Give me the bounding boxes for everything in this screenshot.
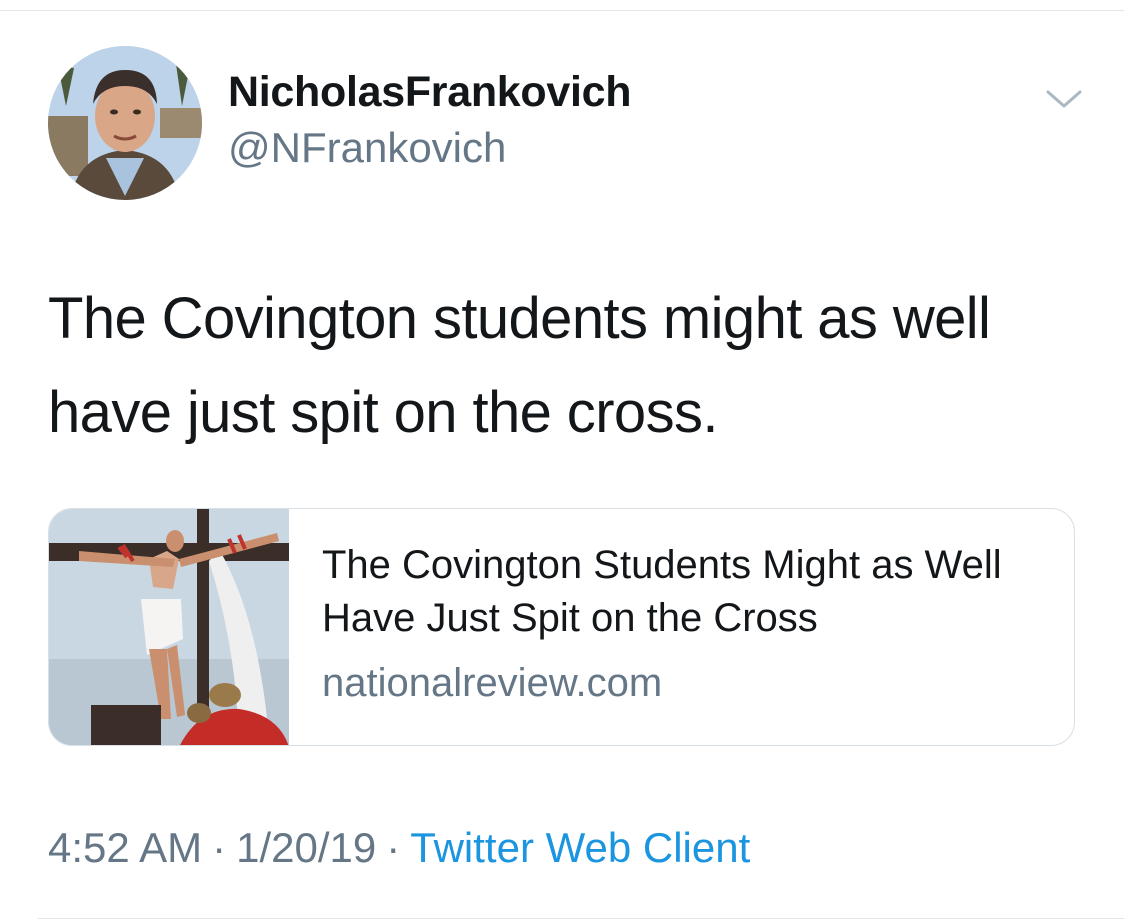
avatar[interactable] [48,46,202,200]
meta-separator: · [212,824,227,871]
tweet-time: 4:52 AM [48,824,203,871]
tweet-text: The Covington students might as well hav… [48,286,991,445]
author-handle[interactable]: @NFrankovich [228,124,506,172]
tweet-metadata: 4:52 AM · 1/20/19 · Twitter Web Client [48,824,750,872]
avatar-photo [48,46,202,200]
chevron-down-icon[interactable] [1044,84,1084,114]
author-display-name[interactable]: NicholasFrankovich [228,68,632,117]
card-thumbnail [49,509,289,745]
source-client-link[interactable]: Twitter Web Client [410,824,750,871]
card-domain: nationalreview.com [322,661,663,705]
bottom-divider [38,918,1124,919]
top-divider [0,10,1124,11]
card-title: The Covington Students Might as Well Hav… [322,543,1002,640]
tweet-date: 1/20/19 [236,824,377,871]
meta-separator: · [386,824,401,871]
link-card[interactable]: The Covington Students Might as Well Hav… [48,508,1075,746]
